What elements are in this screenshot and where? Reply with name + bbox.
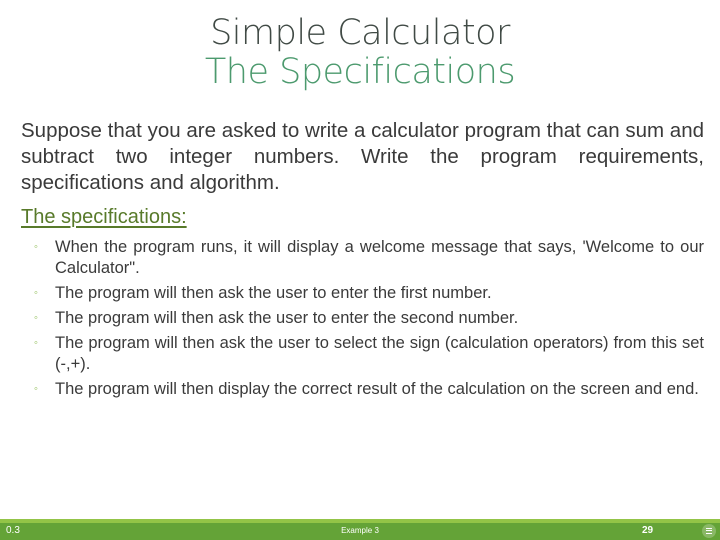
list-item: ◦ The program will then ask the user to … [34, 333, 704, 375]
specifications-heading: The specifications: [21, 206, 187, 228]
bullet-icon: ◦ [34, 312, 38, 324]
list-item-text: The program will then ask the user to en… [55, 309, 519, 327]
page-number: 29 [642, 525, 654, 536]
list-item-text: When the program runs, it will display a… [55, 238, 704, 277]
slide-title: Simple Calculator The Specifications [0, 14, 720, 92]
bullet-icon: ◦ [34, 337, 38, 349]
list-item-text: The program will then ask the user to en… [55, 284, 492, 302]
footer-bar: 0.3 Example 3 29 [0, 523, 720, 540]
bullet-icon: ◦ [34, 241, 38, 253]
title-main: Simple Calculator [210, 13, 510, 53]
intro-paragraph: Suppose that you are asked to write a ca… [21, 119, 704, 194]
list-item-text: The program will then ask the user to se… [55, 334, 704, 373]
menu-icon[interactable] [702, 524, 716, 538]
list-item-text: The program will then display the correc… [55, 380, 699, 398]
list-item: ◦ When the program runs, it will display… [34, 237, 704, 279]
bullet-icon: ◦ [34, 287, 38, 299]
title-subtitle: The Specifications [204, 52, 516, 92]
list-item: ◦ The program will then ask the user to … [34, 283, 704, 304]
specifications-list: ◦ When the program runs, it will display… [34, 237, 704, 404]
footer-label: Example 3 [341, 526, 379, 535]
list-item: ◦ The program will then ask the user to … [34, 308, 704, 329]
bullet-icon: ◦ [34, 383, 38, 395]
list-item: ◦ The program will then display the corr… [34, 379, 704, 400]
